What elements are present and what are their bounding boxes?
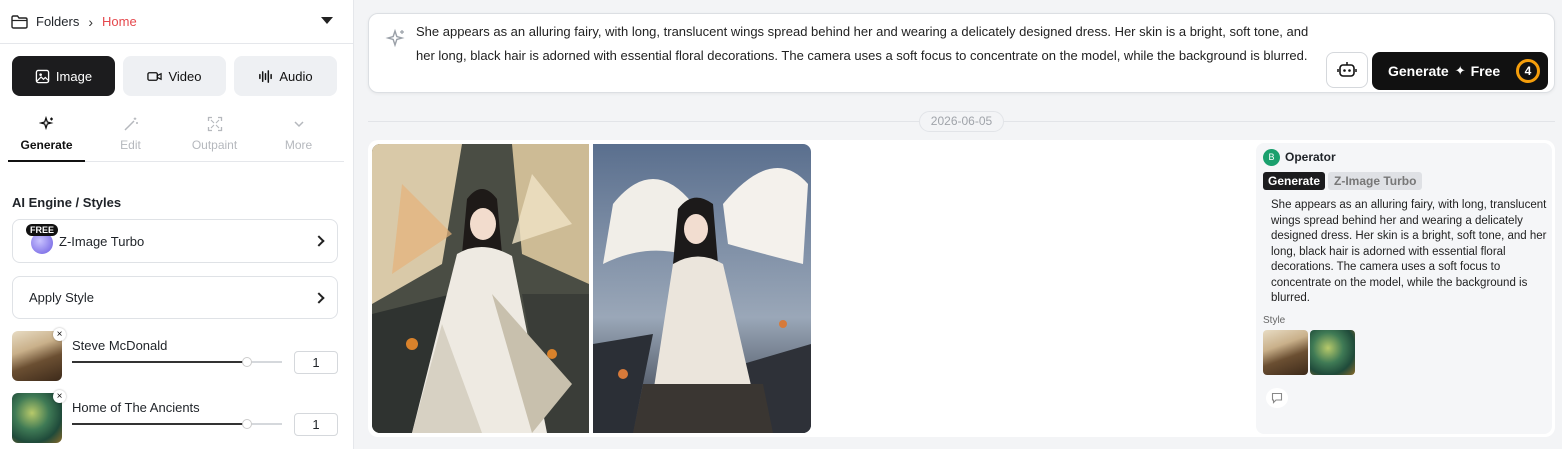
slider-handle[interactable] bbox=[242, 357, 252, 367]
tab-label: Edit bbox=[120, 138, 141, 152]
date-label: 2026-06-05 bbox=[919, 111, 1004, 132]
generated-image[interactable] bbox=[372, 144, 589, 433]
style-thumbnail[interactable] bbox=[1263, 330, 1308, 375]
tab-label: Generate bbox=[20, 138, 73, 152]
tab-video[interactable]: Video bbox=[123, 56, 226, 96]
chevron-right-icon bbox=[313, 291, 325, 304]
remove-style-icon[interactable]: × bbox=[53, 328, 66, 341]
credits-badge: 4 bbox=[1516, 59, 1540, 83]
engine-selector[interactable]: FREE Z-Image Turbo bbox=[12, 219, 338, 263]
tab-edit[interactable]: Edit bbox=[92, 112, 169, 162]
tab-label: Audio bbox=[279, 68, 313, 84]
avatar: B bbox=[1263, 149, 1280, 166]
chevron-right-icon bbox=[313, 235, 325, 247]
tab-outpaint[interactable]: Outpaint bbox=[176, 112, 253, 162]
tab-generate[interactable]: Generate bbox=[8, 112, 85, 162]
sidebar: Folders › Home Image Video Audio Generat… bbox=[0, 0, 354, 449]
fairy-image-art bbox=[372, 144, 589, 433]
style-strength-input[interactable]: 1 bbox=[294, 351, 338, 374]
sparkle-icon: ✦ bbox=[1454, 63, 1466, 78]
free-label: Free bbox=[1470, 63, 1501, 79]
tab-label: More bbox=[284, 138, 313, 152]
mode-tabs: Generate Edit Outpaint More bbox=[8, 112, 344, 162]
style-label: Style bbox=[1263, 315, 1286, 326]
breadcrumb: Folders › Home bbox=[0, 0, 353, 44]
model-tag: Z-Image Turbo bbox=[1328, 172, 1423, 190]
generation-details: B Operator Generate Z-Image Turbo She ap… bbox=[1256, 143, 1552, 434]
fairy-image-art bbox=[593, 144, 811, 433]
style-item: × Steve McDonald 1 bbox=[12, 328, 342, 381]
folder-icon[interactable] bbox=[11, 14, 28, 29]
expand-icon bbox=[207, 116, 222, 132]
prompt-input[interactable]: She appears as an alluring fairy, with l… bbox=[416, 20, 1316, 68]
slider-handle[interactable] bbox=[242, 419, 252, 429]
breadcrumb-folders[interactable]: Folders bbox=[36, 14, 79, 29]
comment-button[interactable] bbox=[1266, 388, 1288, 408]
comment-icon bbox=[1271, 392, 1283, 404]
style-name: Steve McDonald bbox=[72, 338, 168, 353]
operator-name: Operator bbox=[1285, 150, 1336, 164]
section-title: AI Engine / Styles bbox=[12, 195, 122, 210]
chevron-down-icon[interactable] bbox=[321, 17, 333, 24]
generation-prompt: She appears as an alluring fairy, with l… bbox=[1271, 199, 1547, 304]
generate-label: Generate bbox=[1388, 63, 1449, 79]
tab-label: Video bbox=[168, 68, 202, 84]
generated-image[interactable] bbox=[593, 144, 811, 433]
sparkle-icon bbox=[38, 116, 53, 131]
media-tabs: Image Video Audio bbox=[12, 56, 337, 96]
audio-wave-icon bbox=[259, 69, 273, 83]
free-badge: FREE bbox=[26, 224, 59, 236]
tab-label: Outpaint bbox=[191, 138, 238, 152]
generate-button[interactable]: Generate ✦ Free 4 bbox=[1372, 52, 1548, 90]
tab-more[interactable]: More bbox=[260, 112, 337, 162]
result-card: B Operator Generate Z-Image Turbo She ap… bbox=[368, 140, 1555, 437]
apply-style-button[interactable]: Apply Style bbox=[12, 276, 338, 319]
style-strength-slider[interactable] bbox=[72, 357, 282, 367]
breadcrumb-current[interactable]: Home bbox=[102, 14, 137, 29]
chevron-down-icon bbox=[293, 121, 304, 128]
mode-tag: Generate bbox=[1263, 172, 1326, 190]
apply-style-label: Apply Style bbox=[29, 290, 95, 305]
prompt-bar: She appears as an alluring fairy, with l… bbox=[368, 13, 1555, 93]
style-name: Home of The Ancients bbox=[72, 400, 200, 415]
magic-wand-icon bbox=[123, 117, 138, 131]
sparkle-icon bbox=[385, 28, 405, 48]
style-thumbnail[interactable] bbox=[1310, 330, 1355, 375]
style-strength-slider[interactable] bbox=[72, 419, 282, 429]
image-icon bbox=[35, 69, 50, 83]
tab-image[interactable]: Image bbox=[12, 56, 115, 96]
remove-style-icon[interactable]: × bbox=[53, 390, 66, 403]
robot-icon bbox=[1337, 62, 1357, 77]
prompt-assistant-button[interactable] bbox=[1326, 52, 1368, 88]
chevron-right-icon: › bbox=[88, 13, 94, 30]
style-strength-input[interactable]: 1 bbox=[294, 413, 338, 436]
video-icon bbox=[147, 71, 163, 81]
tab-audio[interactable]: Audio bbox=[234, 56, 337, 96]
style-item: × Home of The Ancients 1 bbox=[12, 390, 342, 443]
engine-name: Z-Image Turbo bbox=[59, 233, 145, 249]
tab-label: Image bbox=[55, 68, 93, 84]
